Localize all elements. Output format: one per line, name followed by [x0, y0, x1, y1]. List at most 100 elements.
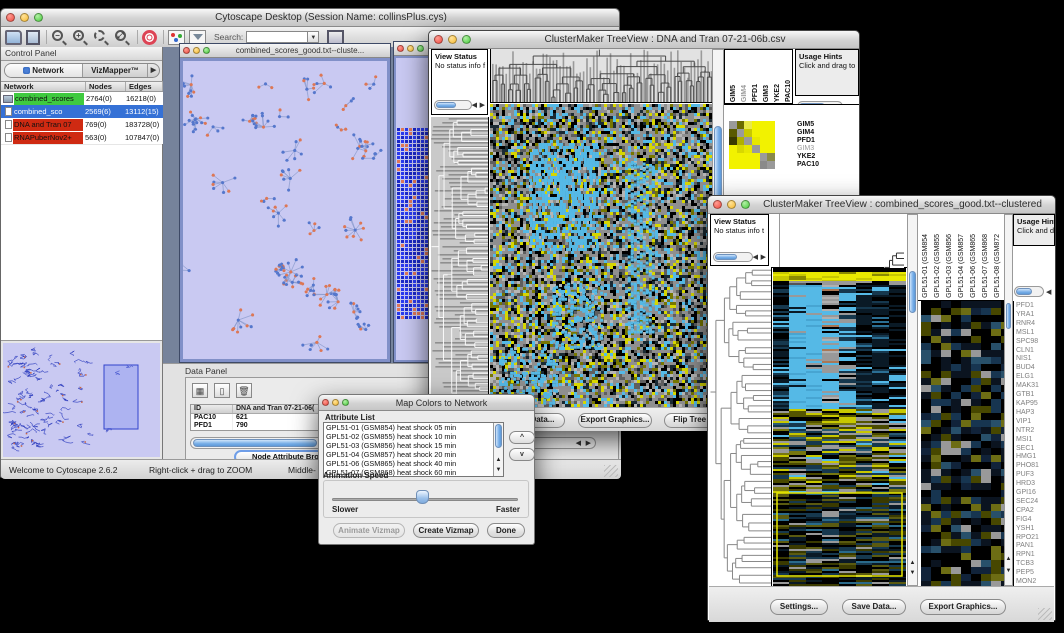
scroll-left-icon[interactable]: ◀ — [576, 438, 581, 449]
gene-name[interactable]: HMG1 — [1016, 453, 1055, 462]
row-label[interactable]: GIM3 — [797, 145, 819, 153]
zoom-icon[interactable] — [34, 13, 43, 22]
gene-name[interactable]: PAN1 — [1016, 542, 1055, 551]
heatmap-vscrollbar[interactable]: ▲ ▼ — [907, 214, 918, 586]
network-view-titlebar[interactable]: combined_scores_good.txt--cluste... — [180, 44, 390, 58]
close-icon[interactable] — [713, 200, 722, 209]
resize-grip[interactable] — [1038, 608, 1052, 620]
network-overview-thumbnail[interactable] — [3, 343, 160, 457]
row-label[interactable]: YKE2 — [797, 153, 819, 161]
attribute-list-item[interactable]: GPL51-02 (GSM855) heat shock 10 min — [324, 432, 503, 441]
column-label[interactable]: GPL51-03 (GSM856 — [944, 234, 956, 298]
help-lifering-icon[interactable] — [142, 30, 157, 45]
zoom-icon[interactable] — [203, 47, 210, 54]
zoom-selected-icon[interactable] — [93, 30, 110, 45]
done-button[interactable]: Done — [487, 523, 525, 538]
zoom-heatmap-canvas[interactable] — [921, 301, 1004, 586]
column-label[interactable]: YKE2 — [772, 84, 783, 102]
column-label[interactable]: GPL51-08 (GSM872 — [992, 234, 1004, 298]
scrollbar-thumb[interactable] — [193, 439, 317, 447]
treeview1-titlebar[interactable]: ClusterMaker TreeView : DNA and Tran 07-… — [429, 31, 859, 49]
gene-name[interactable]: RNR4 — [1016, 320, 1055, 329]
tab-overflow-icon[interactable]: ▶ — [147, 64, 159, 77]
gene-name[interactable]: GPI16 — [1016, 489, 1055, 498]
delete-attribute-icon[interactable]: 🗑 — [236, 383, 252, 398]
minimize-icon[interactable] — [407, 45, 414, 52]
attribute-list-item[interactable]: GPL51-06 (GSM865) heat shock 40 min — [324, 459, 503, 468]
gene-name[interactable]: HRD3 — [1016, 480, 1055, 489]
main-titlebar[interactable]: Cytoscape Desktop (Session Name: collins… — [1, 9, 619, 27]
attribute-select-icon[interactable]: ▦ — [192, 383, 208, 398]
gene-name[interactable]: CLN1 — [1016, 347, 1055, 356]
scroll-right-icon[interactable]: ▶ — [480, 101, 485, 109]
column-label[interactable]: GIM3 — [761, 85, 772, 102]
scroll-up-icon[interactable]: ▲ — [494, 456, 503, 464]
network-view-window-2[interactable] — [393, 41, 429, 363]
row-dendrogram[interactable] — [710, 268, 772, 586]
scrollbar-thumb[interactable] — [909, 271, 916, 313]
scroll-down-icon[interactable]: ▼ — [1005, 567, 1012, 575]
close-icon[interactable] — [183, 47, 190, 54]
zoom-icon[interactable] — [417, 45, 424, 52]
minimize-icon[interactable] — [193, 47, 200, 54]
zoom-in-icon[interactable]: + — [72, 30, 89, 45]
column-label[interactable]: GPL51-06 (GSM865 — [968, 234, 980, 298]
network-view-window[interactable]: combined_scores_good.txt--cluste... — [179, 43, 391, 363]
column-dendrogram[interactable] — [490, 49, 714, 103]
export-graphics-button[interactable]: Export Graphics... — [920, 599, 1006, 615]
scrollbar-thumb[interactable] — [436, 102, 456, 108]
search-dropdown-icon[interactable]: ▼ — [308, 31, 319, 43]
minimize-icon[interactable] — [727, 200, 736, 209]
attribute-list-item[interactable]: GPL51-04 (GSM857) heat shock 20 min — [324, 450, 503, 459]
network-row[interactable]: DNA and Tran 07 769(0) 183728(0) — [1, 118, 163, 131]
gene-name[interactable]: SEC24 — [1016, 498, 1055, 507]
list-vscrollbar[interactable]: ▲ ▼ — [493, 423, 503, 476]
gene-name[interactable]: MAK31 — [1016, 382, 1055, 391]
gene-name[interactable]: NTR2 — [1016, 427, 1055, 436]
scroll-down-icon[interactable]: ▼ — [494, 466, 503, 474]
export-graphics-button[interactable]: Export Graphics... — [578, 413, 652, 428]
move-down-button[interactable]: v — [509, 448, 535, 461]
close-icon[interactable] — [6, 13, 15, 22]
gene-name[interactable]: MSI1 — [1016, 436, 1055, 445]
minimize-icon[interactable] — [448, 35, 457, 44]
gene-name[interactable]: MON2 — [1016, 578, 1055, 586]
save-data-button[interactable]: Save Data... — [842, 599, 906, 615]
save-icon[interactable] — [26, 30, 40, 45]
gene-name[interactable]: SEC1 — [1016, 445, 1055, 454]
column-label[interactable]: PFD1 — [750, 84, 761, 102]
tab-network[interactable]: Network — [5, 64, 83, 77]
attribute-list-item[interactable]: GPL51-03 (GSM856) heat shock 15 min — [324, 441, 503, 450]
gene-name[interactable]: TCB3 — [1016, 560, 1055, 569]
gene-name[interactable]: VIP1 — [1016, 418, 1055, 427]
gene-name[interactable]: FIG4 — [1016, 516, 1055, 525]
column-label[interactable]: GPL51-07 (GSM868 — [980, 234, 992, 298]
gene-name[interactable]: CPA2 — [1016, 507, 1055, 516]
scrollbar-thumb[interactable] — [715, 254, 737, 260]
open-file-icon[interactable] — [5, 30, 22, 45]
move-up-button[interactable]: ^ — [509, 431, 535, 444]
scroll-right-icon[interactable]: ▶ — [586, 438, 591, 449]
scroll-up-icon[interactable]: ▲ — [908, 559, 917, 567]
gene-name[interactable]: KAP95 — [1016, 400, 1055, 409]
zoom-fit-icon[interactable]: ⤢ — [114, 30, 131, 45]
scroll-up-icon[interactable]: ▲ — [1005, 555, 1012, 563]
gene-name[interactable]: RPO21 — [1016, 534, 1055, 543]
row-label[interactable]: PAC10 — [797, 161, 819, 169]
gene-name[interactable]: YRA1 — [1016, 311, 1055, 320]
row-dendrogram[interactable] — [431, 117, 489, 429]
network-row[interactable]: combined_sco 2569(6) 13112(15) — [1, 105, 163, 118]
scrollbar-thumb[interactable] — [495, 424, 502, 448]
gene-name[interactable]: NIS1 — [1016, 355, 1055, 364]
gene-name[interactable]: RPN1 — [1016, 551, 1055, 560]
network-view-2-titlebar[interactable] — [394, 42, 428, 56]
scroll-left-icon[interactable]: ◀ — [472, 101, 477, 109]
scrollbar-thumb[interactable] — [1006, 303, 1011, 329]
column-label[interactable]: GPL51-02 (GSM855 — [932, 234, 944, 298]
zoom-out-icon[interactable]: − — [51, 30, 68, 45]
column-label[interactable]: PAC10 — [783, 80, 794, 102]
tab-vizmapper[interactable]: VizMapper™ — [83, 64, 147, 77]
minimize-icon[interactable] — [332, 399, 339, 406]
gene-name[interactable]: ELG1 — [1016, 373, 1055, 382]
new-attribute-icon[interactable]: ▯ — [214, 383, 230, 398]
